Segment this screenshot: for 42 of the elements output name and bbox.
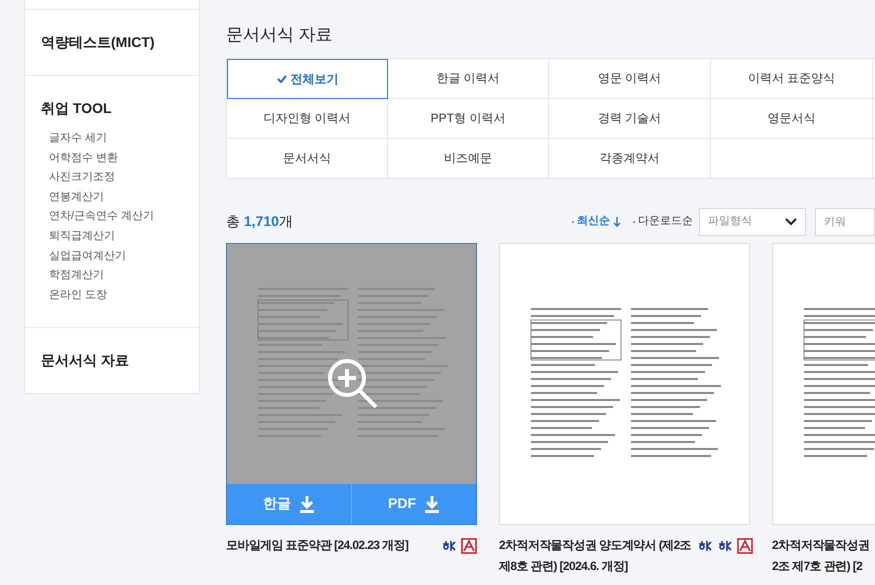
down-arrow-icon: [613, 216, 621, 226]
card-title-line[interactable]: 제8호 관련) [2024.6. 개정]: [499, 556, 692, 576]
sidebar-item[interactable]: 연차/근속연수 계산기: [49, 207, 183, 227]
file-type-select[interactable]: 파일형식: [699, 208, 806, 236]
category-tab[interactable]: PPT형 이력서: [388, 98, 549, 138]
sidebar-item[interactable]: 사진크기조정: [49, 168, 183, 188]
category-tab[interactable]: 전체보기: [227, 58, 388, 98]
category-tab[interactable]: 영문 이력서: [549, 58, 711, 98]
card-title-line[interactable]: 2차적저작물작성권 양도계약서 (제2조: [499, 534, 692, 556]
total-count: 총 1,710개: [226, 212, 293, 231]
category-tab[interactable]: 이력서 표준양식: [711, 58, 873, 98]
sidebar-item[interactable]: 퇴직급계산기: [49, 226, 183, 247]
sidebar-section-title[interactable]: 문서서식 자료: [41, 350, 183, 372]
sidebar-item[interactable]: 글자수 세기: [49, 129, 183, 149]
download-icon: [424, 494, 440, 512]
chevron-down-icon: [785, 218, 797, 226]
pdf-file-icon[interactable]: [737, 538, 754, 554]
sidebar-section-title[interactable]: 역량테스트(MICT): [41, 32, 183, 53]
sidebar-item[interactable]: 학점계산기: [49, 266, 183, 286]
category-tab[interactable]: 한글 이력서: [388, 58, 549, 98]
sort-option[interactable]: 최신순: [572, 213, 621, 230]
check-icon: [276, 74, 286, 82]
category-tab[interactable]: 문서서식: [227, 138, 388, 178]
sidebar-item[interactable]: 실업급여계산기: [49, 246, 183, 266]
sidebar-section-title[interactable]: 취업 TOOL: [41, 98, 183, 119]
page-title: 문서서식 자료: [226, 24, 334, 46]
download-icon: [299, 494, 315, 512]
sort-option[interactable]: 다운로드순: [633, 213, 693, 230]
sidebar-item[interactable]: 연봉계산기: [49, 188, 183, 208]
document-card[interactable]: [499, 242, 750, 524]
sidebar-item[interactable]: 어학점수 변환: [49, 148, 183, 168]
sidebar-item[interactable]: 온라인 도장: [49, 286, 183, 306]
card-title-line[interactable]: 2조 제7호 관련) [2: [772, 556, 875, 576]
category-tab[interactable]: 디자인형 이력서: [227, 98, 388, 138]
card-title-line[interactable]: 모바일게임 표준약관 [24.02.23 개정]: [226, 534, 435, 556]
category-tab[interactable]: 영문서식: [711, 98, 873, 138]
category-tab[interactable]: 각종계약서: [549, 138, 711, 178]
pdf-file-icon[interactable]: [461, 538, 477, 554]
category-tab[interactable]: 비즈예문: [388, 138, 549, 178]
category-tab[interactable]: 경력 기술서: [549, 98, 711, 138]
card-title-line[interactable]: 2차적저작물작성권: [772, 534, 875, 556]
keyword-field[interactable]: 키워: [815, 208, 875, 236]
